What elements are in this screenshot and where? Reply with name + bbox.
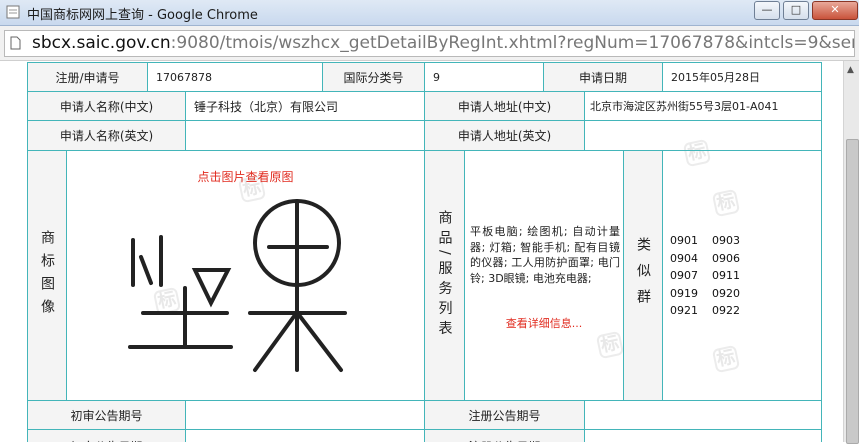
- reg-announcement-label: 注册公告期号: [424, 400, 585, 430]
- reg-number-value: 17067878: [147, 62, 323, 92]
- intl-class-label: 国际分类号: [322, 62, 425, 92]
- similar-group-item: 0921: [670, 304, 698, 317]
- goods-services-label: 商品/服务列表: [424, 150, 465, 401]
- similar-group-item: 0920: [712, 286, 740, 300]
- intl-class-value: 9: [424, 62, 544, 92]
- similar-group-item: 0911: [712, 269, 740, 282]
- reg-number-label: 注册/申请号: [27, 62, 148, 92]
- trademark-image-cell: 点击图片查看原图: [66, 150, 425, 401]
- address-bar: sbcx.saic.gov.cn:9080/tmois/wszhcx_getDe…: [0, 26, 859, 61]
- window-title: 中国商标网网上查询 - Google Chrome: [27, 8, 258, 23]
- window-titlebar: 中国商标网网上查询 - Google Chrome — □ ✕: [0, 0, 859, 26]
- vertical-scrollbar[interactable]: ▲: [843, 61, 859, 444]
- reg-announcement-value: [584, 400, 822, 430]
- apply-date-value: 2015年05月28日: [662, 62, 822, 92]
- url-field[interactable]: sbcx.saic.gov.cn:9080/tmois/wszhcx_getDe…: [4, 30, 855, 57]
- applicant-address-cn-value: 北京市海淀区苏州街55号3层01-A041: [584, 91, 822, 121]
- view-original-link[interactable]: 点击图片查看原图: [67, 168, 424, 185]
- prelim-announcement-label: 初审公告期号: [27, 400, 186, 430]
- prelim-date-label: 初审公告日期: [27, 429, 186, 442]
- applicant-name-cn-label: 申请人名称(中文): [27, 91, 186, 121]
- similar-group-list: 0901 0903 0904 0906 0907 0911 0919 0920 0921…: [670, 232, 754, 320]
- goods-services-text: 平板电脑; 绘图机; 自动计量器; 灯箱; 智能手机; 配有目镜的仪器; 工人用…: [470, 225, 620, 285]
- similar-group-label: 类似群: [623, 150, 663, 401]
- minimize-button[interactable]: —: [754, 1, 780, 20]
- applicant-name-en-value: [185, 120, 425, 151]
- similar-group-item: 0922: [712, 304, 740, 317]
- prelim-date-value: [185, 429, 425, 442]
- trademark-image[interactable]: [95, 185, 395, 385]
- similar-group-item: 0919: [670, 286, 698, 300]
- apply-date-label: 申请日期: [543, 62, 663, 92]
- page-content: 标 标 标 标 标 标 注册/申请号 17067878 国际分类号 9 申请日期…: [0, 61, 843, 442]
- reg-date-label: 注册公告日期: [424, 429, 585, 442]
- url-path: :9080/tmois/wszhcx_getDetailByRegInt.xht…: [170, 33, 854, 53]
- view-details-link[interactable]: 查看详细信息...: [465, 315, 623, 331]
- document-icon: [6, 5, 20, 19]
- maximize-button[interactable]: □: [783, 1, 809, 20]
- page-icon: [10, 36, 21, 50]
- similar-group-item: 0904: [670, 251, 698, 265]
- applicant-name-cn-value: 锤子科技（北京）有限公司: [185, 91, 425, 121]
- reg-date-value: [584, 429, 822, 442]
- applicant-address-en-value: [584, 120, 822, 151]
- similar-group-item: 0906: [712, 251, 740, 265]
- url-text: sbcx.saic.gov.cn:9080/tmois/wszhcx_getDe…: [32, 33, 854, 53]
- trademark-image-label: 商标图像: [27, 150, 67, 401]
- similar-group-item: 0907: [670, 269, 698, 282]
- url-host: sbcx.saic.gov.cn: [32, 33, 171, 53]
- similar-group-item: 0901: [670, 234, 698, 247]
- applicant-name-en-label: 申请人名称(英文): [27, 120, 186, 151]
- applicant-address-en-label: 申请人地址(英文): [424, 120, 585, 151]
- scrollbar-thumb[interactable]: [846, 139, 859, 444]
- similar-group-item: 0903: [712, 234, 740, 247]
- goods-services-cell: 平板电脑; 绘图机; 自动计量器; 灯箱; 智能手机; 配有目镜的仪器; 工人用…: [464, 150, 624, 401]
- applicant-address-cn-label: 申请人地址(中文): [424, 91, 585, 121]
- close-button[interactable]: ✕: [812, 1, 858, 20]
- prelim-announcement-value: [185, 400, 425, 430]
- scroll-up-icon[interactable]: ▲: [847, 65, 854, 75]
